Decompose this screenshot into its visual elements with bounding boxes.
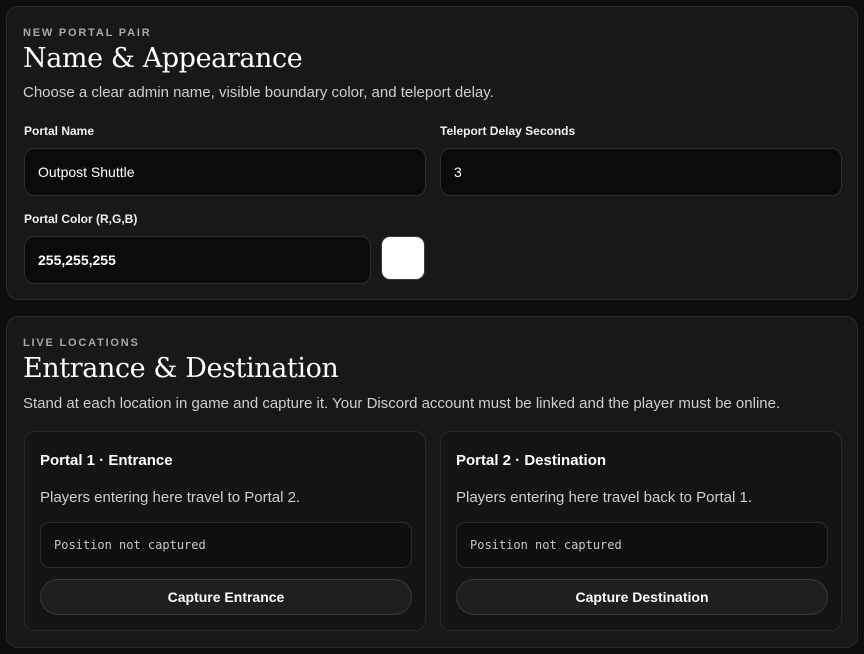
portal-destination-title: Portal 2 · Destination <box>456 452 607 469</box>
portal-entrance-card: Portal 1 · Entrance Players entering her… <box>24 431 426 631</box>
teleport-delay-input[interactable] <box>440 148 842 196</box>
appearance-title: Name & Appearance <box>23 43 303 74</box>
portal-destination-card: Portal 2 · Destination Players entering … <box>440 431 842 631</box>
portal-color-label: Portal Color (R,G,B) <box>24 212 138 226</box>
color-swatch[interactable] <box>381 236 425 280</box>
appearance-description: Choose a clear admin name, visible bound… <box>23 84 494 101</box>
portal-entrance-description: Players entering here travel to Portal 2… <box>40 489 301 506</box>
capture-destination-button[interactable]: Capture Destination <box>456 579 828 615</box>
portal-entrance-title: Portal 1 · Entrance <box>40 452 173 469</box>
capture-entrance-button[interactable]: Capture Entrance <box>40 579 412 615</box>
portal-destination-description: Players entering here travel back to Por… <box>456 489 752 506</box>
portal-name-input[interactable] <box>24 148 426 196</box>
entrance-position-status: Position not captured <box>40 522 412 568</box>
locations-card: LIVE LOCATIONS Entrance & Destination St… <box>6 316 858 648</box>
locations-title: Entrance & Destination <box>23 353 339 384</box>
teleport-delay-label: Teleport Delay Seconds <box>440 124 576 138</box>
locations-description: Stand at each location in game and captu… <box>23 395 781 412</box>
locations-eyebrow: LIVE LOCATIONS <box>23 337 140 349</box>
appearance-eyebrow: NEW PORTAL PAIR <box>23 27 152 39</box>
destination-position-status: Position not captured <box>456 522 828 568</box>
portal-name-label: Portal Name <box>24 124 95 138</box>
portal-color-input[interactable] <box>24 236 371 284</box>
appearance-card: NEW PORTAL PAIR Name & Appearance Choose… <box>6 6 858 300</box>
